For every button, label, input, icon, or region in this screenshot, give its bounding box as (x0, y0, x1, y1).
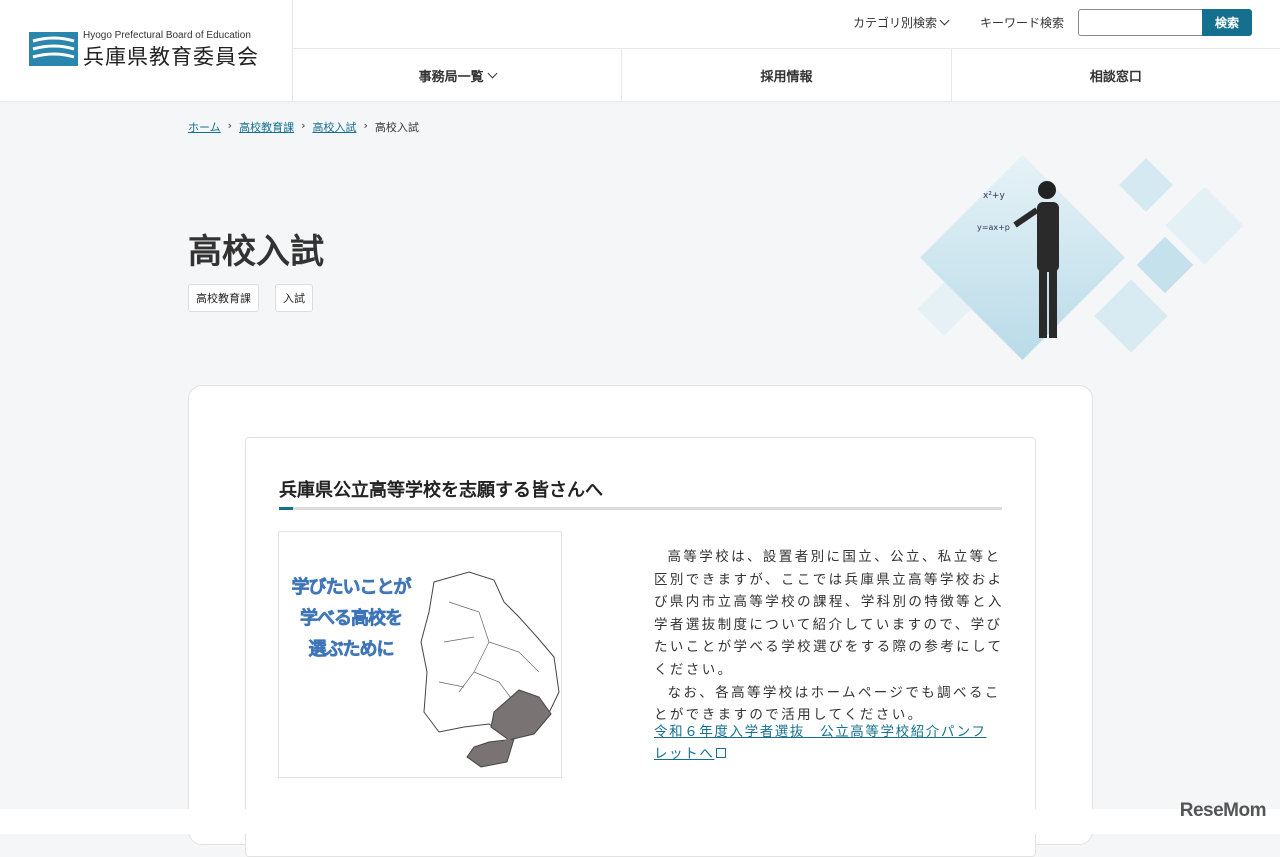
hyogo-map-image: 学びたいことが 学べる高校を 選ぶために (278, 531, 562, 778)
section-body: 高等学校は、設置者別に国立、公立、私立等と区別できますが、ここでは兵庫県立高等学… (654, 546, 1006, 727)
nav-label: 事務局一覧 (418, 69, 484, 85)
keyword-search-label: キーワード検索 (979, 16, 1064, 30)
breadcrumb-high-school-division[interactable]: 高校教育課 (239, 119, 294, 135)
breadcrumb-current: 高校入試 (374, 121, 419, 134)
nav-item-recruitment[interactable]: 採用情報 (622, 49, 952, 101)
nav-label: 採用情報 (760, 69, 813, 85)
section-heading: 兵庫県公立高等学校を志願する皆さんへ (279, 480, 603, 501)
tag[interactable]: 入試 (275, 284, 313, 312)
site-header: Hyogo Prefectural Board of Education 兵庫県… (0, 0, 1280, 101)
page-title: 高校入試 (188, 232, 324, 272)
tag-list: 高校教育課 入試 (188, 284, 313, 312)
search-input[interactable] (1078, 9, 1202, 36)
tag[interactable]: 高校教育課 (188, 284, 259, 312)
external-link-icon (716, 748, 727, 758)
image-text-line: 選ぶために (308, 639, 395, 661)
main-nav: 事務局一覧 採用情報 相談窓口 (293, 48, 1280, 101)
logo-mark-icon (29, 32, 78, 66)
logo-japanese: 兵庫県教育委員会 (83, 45, 259, 69)
paragraph: なお、各高等学校はホームページでも調べることができますので活用してください。 (654, 684, 1001, 724)
heading-underline (279, 507, 1002, 510)
svg-text:y=ax+p: y=ax+p (977, 223, 1010, 232)
separator-icon: › (363, 119, 368, 132)
breadcrumb: ホーム › 高校教育課 › 高校入試 › 高校入試 (188, 119, 419, 135)
bottom-strip (0, 809, 1280, 834)
hyogo-map (420, 571, 560, 768)
nav-label: 相談窓口 (1089, 69, 1142, 85)
breadcrumb-entrance-exam[interactable]: 高校入試 (312, 119, 356, 135)
utility-bar: カテゴリ別検索 キーワード検索 検索 (853, 9, 1252, 36)
link-text: 令和６年度入学者選抜 公立高等学校紹介パンフレットへ (654, 724, 987, 762)
site-logo[interactable]: Hyogo Prefectural Board of Education 兵庫県… (29, 28, 269, 69)
category-search-label: カテゴリ別検索 (852, 16, 937, 30)
category-search-dropdown[interactable]: カテゴリ別検索 (852, 14, 950, 31)
search-button[interactable]: 検索 (1202, 9, 1252, 36)
breadcrumb-home[interactable]: ホーム (188, 119, 221, 135)
logo-english: Hyogo Prefectural Board of Education (83, 30, 251, 41)
chevron-down-icon (487, 68, 498, 78)
student-illustration: x²+y y=ax+p (905, 150, 1255, 370)
pamphlet-link[interactable]: 令和６年度入学者選抜 公立高等学校紹介パンフレットへ (654, 721, 994, 765)
paragraph: 高等学校は、設置者別に国立、公立、私立等と区別できますが、ここでは兵庫県立高等学… (654, 549, 1004, 678)
nav-item-offices[interactable]: 事務局一覧 (293, 49, 623, 101)
nav-item-consultation[interactable]: 相談窓口 (952, 49, 1280, 101)
resemom-watermark: ReseMom (1179, 800, 1267, 821)
svg-text:x²+y: x²+y (983, 191, 1005, 201)
image-text-line: 学べる高校を (300, 608, 404, 630)
image-caption: 学びたいことが 学べる高校を 選ぶために (281, 572, 421, 665)
chevron-down-icon (939, 15, 950, 26)
image-text-line: 学びたいことが (291, 577, 412, 599)
separator-icon: › (227, 119, 233, 132)
separator-icon: › (301, 119, 306, 132)
